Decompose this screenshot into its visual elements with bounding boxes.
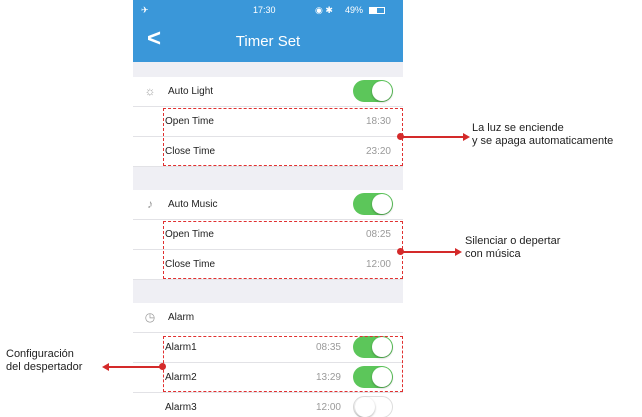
callout-line	[403, 136, 466, 138]
music-annotation: Silenciar o depertar con música	[465, 235, 560, 261]
alarm-highlight	[163, 336, 403, 392]
clock-icon: ◷	[144, 310, 156, 324]
airplane-icon: ✈	[141, 5, 149, 15]
music-note-icon: ♪	[147, 197, 153, 211]
annotation-line: del despertador	[6, 361, 83, 373]
annotation-line: Silenciar o depertar	[465, 235, 561, 247]
page-title: Timer Set	[235, 33, 301, 50]
battery-icon	[369, 7, 385, 14]
callout-line	[108, 366, 160, 368]
callout-line	[403, 251, 458, 253]
auto-music-label: Auto Music	[168, 199, 218, 210]
callout-dot	[159, 363, 166, 370]
alarm-toggle[interactable]	[353, 396, 393, 417]
light-annotation: La luz se enciende y se apaga automatica…	[472, 122, 613, 148]
auto-music-row: ♪ Auto Music	[133, 190, 403, 220]
annotation-line: y se apaga automaticamente	[472, 135, 614, 147]
lock-icon: ◉ ✱	[315, 5, 333, 15]
alarm-row[interactable]: Alarm3 12:00	[133, 393, 403, 417]
light-times-highlight	[163, 108, 403, 166]
alarm-time: 12:00	[315, 402, 341, 413]
toggle-knob	[372, 194, 392, 214]
toggle-knob	[355, 397, 375, 417]
alarm-header-row: ◷ Alarm	[133, 303, 403, 333]
annotation-line: con música	[465, 248, 521, 260]
alarm-label: Alarm	[168, 312, 195, 323]
battery-percent: 49%	[345, 5, 364, 15]
arrow-right-icon	[463, 133, 470, 141]
nav-bar: < Timer Set	[133, 20, 403, 62]
music-times-highlight	[163, 221, 403, 279]
auto-music-toggle[interactable]	[353, 193, 393, 215]
annotation-line: Configuración	[6, 348, 74, 360]
bulb-icon: ☼	[144, 84, 156, 98]
alarm-annotation: Configuración del despertador	[6, 348, 82, 374]
auto-light-row: ☼ Auto Light	[133, 77, 403, 107]
arrow-left-icon	[102, 363, 109, 371]
annotation-line: La luz se enciende	[472, 122, 564, 134]
toggle-knob	[372, 81, 392, 101]
status-bar: ✈ 17:30 ◉ ✱ 49%	[133, 0, 403, 20]
status-time: 17:30	[253, 5, 276, 15]
auto-light-label: Auto Light	[168, 86, 214, 97]
arrow-right-icon	[455, 248, 462, 256]
auto-light-toggle[interactable]	[353, 80, 393, 102]
alarm-name: Alarm3	[165, 402, 197, 413]
